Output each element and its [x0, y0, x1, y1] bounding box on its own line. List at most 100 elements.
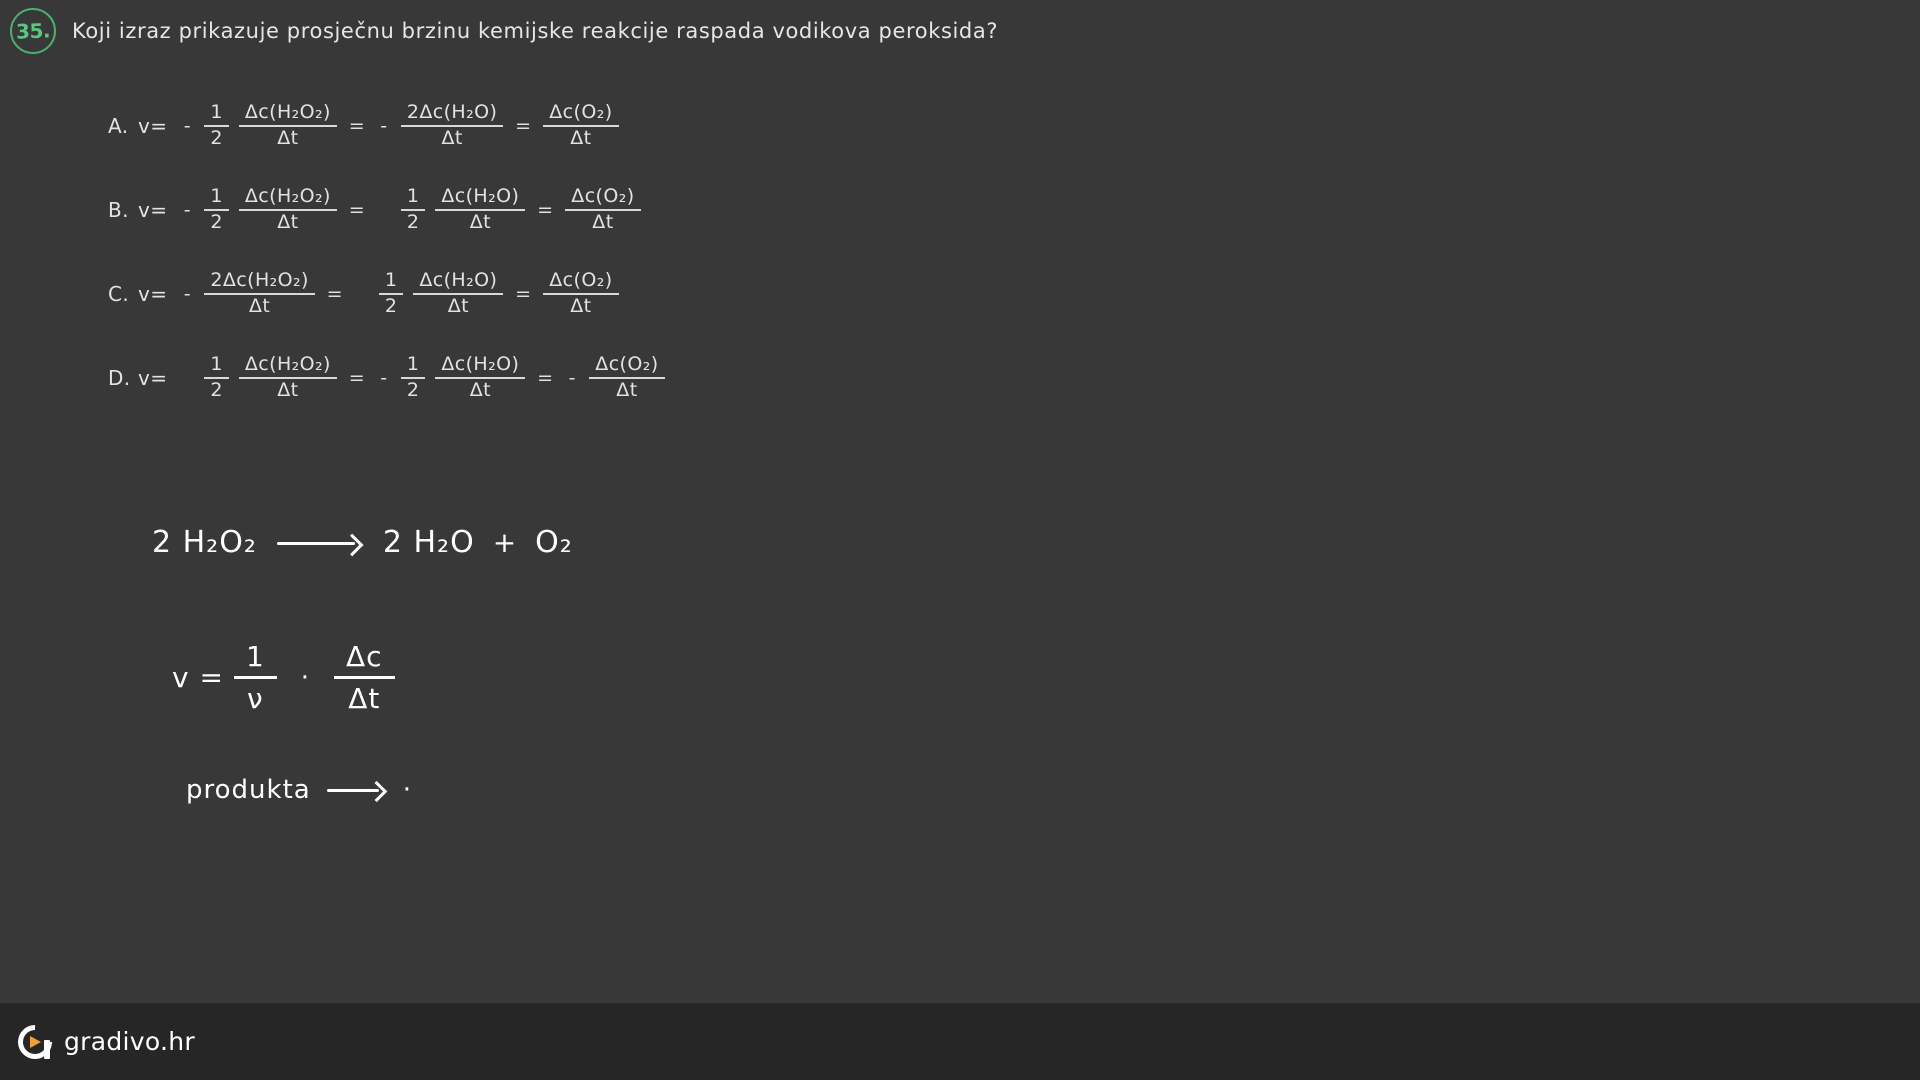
handwritten-note: produkta · [186, 775, 412, 805]
option-a-equals-2: = [515, 115, 532, 137]
logo-stem [44, 1039, 50, 1059]
reactant-formula: 2 H₂O₂ [152, 525, 257, 560]
option-a-sign-2: - [380, 115, 388, 137]
option-b[interactable]: B. v= - 1 2 Δc(H₂O₂) Δt = 1 2 Δc(H₂O) Δt… [108, 168, 1608, 252]
option-d-coef2-denominator: 2 [406, 379, 420, 401]
brand-name: gradivo.hr [64, 1027, 196, 1056]
option-c-term3-numerator: Δc(O₂) [543, 269, 619, 295]
note-dot: · [402, 775, 412, 805]
option-a-coefficient-1: 1 2 [204, 101, 229, 151]
rate-formula-frac2-numerator: Δc [334, 640, 395, 679]
option-d-coefficient-1: 1 2 [204, 353, 229, 403]
option-d-term3-denominator: Δt [616, 379, 638, 401]
option-a-term2-denominator: Δt [441, 127, 463, 149]
option-d-label: D. [108, 366, 131, 390]
option-c-term-2: Δc(H₂O) Δt [413, 269, 504, 319]
option-d-coef1-numerator: 1 [204, 353, 229, 379]
option-a-term1-numerator: Δc(H₂O₂) [238, 101, 337, 127]
page-root: 35. Koji izraz prikazuje prosječnu brzin… [0, 0, 1920, 1080]
note-word: produkta [186, 775, 311, 805]
product-water-formula: 2 H₂O [382, 525, 475, 560]
option-c-coef2-numerator: 1 [378, 269, 404, 295]
option-b-coefficient-1: 1 2 [204, 185, 229, 235]
option-a-coef1-denominator: 2 [210, 127, 223, 149]
slide-canvas: 35. Koji izraz prikazuje prosječnu brzin… [0, 0, 1920, 1003]
option-b-term2-denominator: Δt [469, 211, 491, 233]
option-b-term-2: Δc(H₂O) Δt [435, 185, 526, 235]
option-d-term-1: Δc(H₂O₂) Δt [238, 353, 337, 403]
option-b-coefficient-2: 1 2 [400, 185, 426, 235]
option-d-equals-2: = [537, 367, 554, 389]
question-number-badge: 35. [9, 7, 57, 55]
option-c-term2-numerator: Δc(H₂O) [413, 269, 504, 295]
option-d-coef1-denominator: 2 [210, 379, 223, 401]
option-b-coef2-denominator: 2 [406, 211, 420, 233]
multiplication-dot: · [300, 662, 311, 693]
option-c-term2-denominator: Δt [447, 295, 469, 317]
option-d-coef2-numerator: 1 [400, 353, 426, 379]
option-b-term3-numerator: Δc(O₂) [565, 185, 641, 211]
play-icon [30, 1035, 41, 1048]
option-b-term1-numerator: Δc(H₂O₂) [238, 185, 337, 211]
option-a-term-3: Δc(O₂) Δt [543, 101, 619, 151]
option-d-equals-1: = [348, 367, 366, 389]
option-c-variable: v= [138, 282, 168, 306]
option-a-term2-numerator: 2Δc(H₂O) [400, 101, 504, 127]
option-a-term-2: 2Δc(H₂O) Δt [400, 101, 504, 151]
option-b-equals-2: = [537, 199, 554, 221]
option-c-equals-2: = [515, 283, 532, 305]
option-b-term-3: Δc(O₂) Δt [565, 185, 641, 235]
option-b-coef1-denominator: 2 [210, 211, 223, 233]
answer-options-list: A. v= - 1 2 Δc(H₂O₂) Δt = - 2Δc(H₂O) Δt … [108, 84, 1608, 420]
option-d-variable: v= [138, 366, 168, 390]
option-d-sign-3: - [568, 367, 576, 389]
rate-formula-frac2-denominator: Δt [348, 681, 381, 715]
option-b-term-1: Δc(H₂O₂) Δt [238, 185, 337, 235]
page-title: Koji izraz prikazuje prosječnu brzinu ke… [72, 19, 999, 43]
rate-formula-fraction-1: 1 ν [233, 640, 277, 715]
option-a-variable: v= [138, 114, 168, 138]
gradivo-logo-icon [10, 1017, 60, 1066]
option-b-label: B. [108, 198, 129, 222]
option-d-term3-numerator: Δc(O₂) [589, 353, 665, 379]
option-c-sign-1: - [183, 283, 192, 305]
option-a-term-1: Δc(H₂O₂) Δt [238, 101, 337, 151]
question-header: 35. Koji izraz prikazuje prosječnu brzin… [9, 7, 999, 55]
rate-formula-lhs: v = [172, 661, 224, 695]
option-b-variable: v= [138, 198, 168, 222]
option-d[interactable]: D. v= 1 2 Δc(H₂O₂) Δt = - 1 2 Δc(H₂O) Δt… [108, 336, 1608, 420]
footer-bar: gradivo.hr [0, 1003, 1920, 1080]
option-c-coefficient-2: 1 2 [378, 269, 404, 319]
product-oxygen-formula: O₂ [535, 525, 573, 560]
option-c-term1-numerator: 2Δc(H₂O₂) [204, 269, 315, 295]
option-a-sign-1: - [183, 115, 192, 137]
option-d-sign-2: - [380, 367, 388, 389]
handwritten-reaction-equation: 2 H₂O₂ 2 H₂O + O₂ [152, 525, 573, 560]
plus-sign: + [492, 526, 518, 559]
option-c-term-1: 2Δc(H₂O₂) Δt [204, 269, 315, 319]
option-a-coef1-numerator: 1 [204, 101, 229, 127]
option-d-term1-denominator: Δt [277, 379, 299, 401]
option-c-term3-denominator: Δt [570, 295, 592, 317]
option-a-label: A. [108, 114, 129, 138]
option-a-term3-denominator: Δt [570, 127, 592, 149]
option-b-term2-numerator: Δc(H₂O) [435, 185, 526, 211]
rate-formula-frac1-numerator: 1 [233, 640, 277, 679]
option-a-equals-1: = [348, 115, 366, 137]
option-d-term2-denominator: Δt [469, 379, 491, 401]
option-c-equals-1: = [326, 283, 343, 305]
option-b-term1-denominator: Δt [277, 211, 299, 233]
option-c-term-3: Δc(O₂) Δt [543, 269, 619, 319]
option-b-coef1-numerator: 1 [204, 185, 229, 211]
option-d-term2-numerator: Δc(H₂O) [435, 353, 526, 379]
option-a-term1-denominator: Δt [277, 127, 299, 149]
option-b-term3-denominator: Δt [592, 211, 614, 233]
option-d-term1-numerator: Δc(H₂O₂) [238, 353, 337, 379]
option-a-term3-numerator: Δc(O₂) [543, 101, 619, 127]
option-c[interactable]: C. v= - 2Δc(H₂O₂) Δt = 1 2 Δc(H₂O) Δt = [108, 252, 1608, 336]
option-a[interactable]: A. v= - 1 2 Δc(H₂O₂) Δt = - 2Δc(H₂O) Δt … [108, 84, 1608, 168]
option-b-equals-1: = [348, 199, 366, 221]
arrow-right-icon [276, 533, 363, 553]
arrow-right-icon [326, 781, 387, 799]
option-d-term-2: Δc(H₂O) Δt [435, 353, 526, 403]
